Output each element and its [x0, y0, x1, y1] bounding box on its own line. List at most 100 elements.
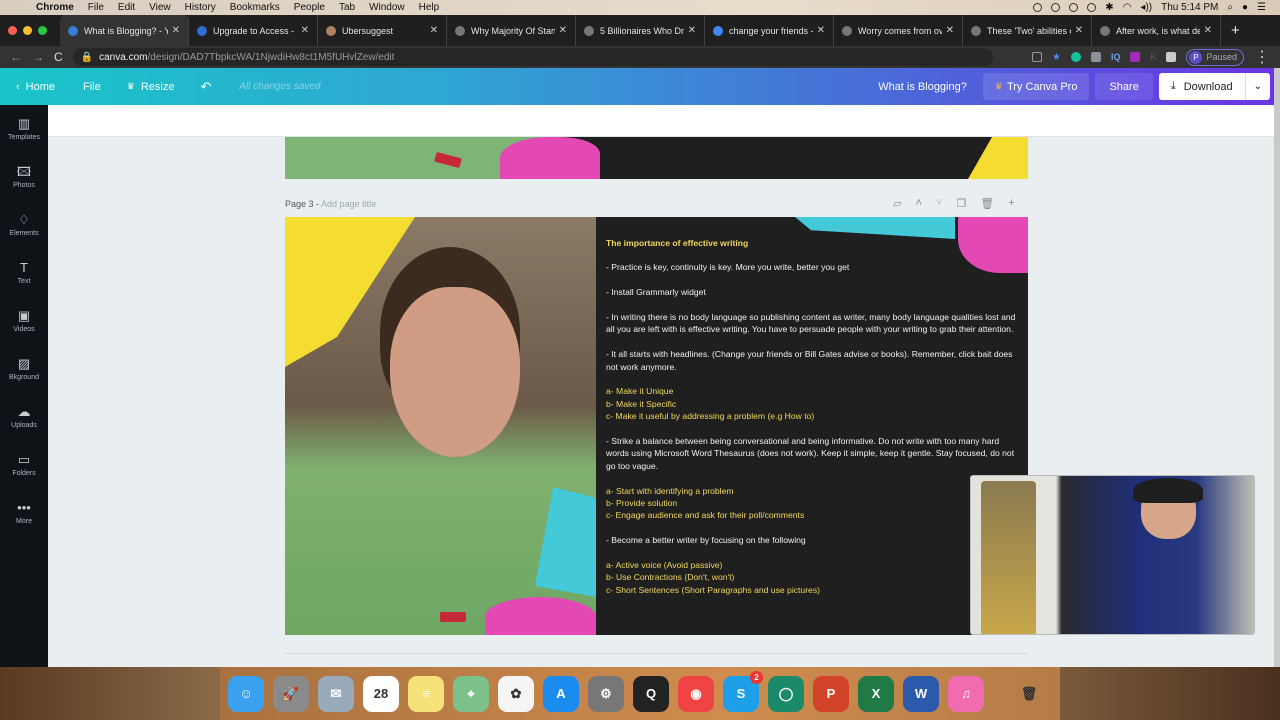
close-tab-icon[interactable]: ✕	[946, 25, 954, 36]
sidebar-item-bkground[interactable]: ▨ Bkground	[0, 345, 48, 393]
sidebar-item-templates[interactable]: ▥ Templates	[0, 105, 48, 153]
new-tab-button[interactable]: +	[1231, 22, 1240, 39]
status-creative-cloud-icon[interactable]	[1051, 3, 1061, 12]
sidebar-item-elements[interactable]: ♢ Elements	[0, 201, 48, 249]
page-note-icon[interactable]: ▱	[893, 197, 901, 210]
close-tab-icon[interactable]: ✕	[688, 25, 696, 36]
browser-tab[interactable]: After work, is what det ✕	[1092, 15, 1221, 46]
back-button[interactable]: ←	[10, 50, 22, 64]
close-tab-icon[interactable]: ✕	[430, 25, 438, 36]
dock-webex-icon[interactable]: ◯	[768, 675, 804, 712]
sidebar-item-photos[interactable]: 🖾 Photos	[0, 153, 48, 201]
m-extension-icon[interactable]	[1166, 52, 1177, 62]
move-page-up-icon[interactable]: ˄	[915, 197, 921, 210]
dock-maps-icon[interactable]: ⌖	[453, 675, 489, 712]
try-canva-pro-button[interactable]: ♛ Try Canva Pro	[982, 73, 1090, 100]
design-title[interactable]: What is Blogging?	[868, 81, 977, 93]
browser-tab[interactable]: Upgrade to Access - B ✕	[189, 15, 318, 46]
sidebar-item-folders[interactable]: ▭ Folders	[0, 441, 48, 489]
page-title-input[interactable]: Add page title	[321, 199, 376, 209]
dock-skype-icon[interactable]: S2	[723, 670, 763, 712]
menu-window[interactable]: Window	[369, 2, 405, 13]
spotlight-search-icon[interactable]: ⌕	[1227, 2, 1233, 13]
dock-itunes-icon[interactable]: ♫	[948, 675, 984, 712]
close-tab-icon[interactable]: ✕	[301, 25, 309, 36]
menu-bookmarks[interactable]: Bookmarks	[230, 2, 280, 13]
bookmark-star-icon[interactable]: ★	[1052, 52, 1061, 63]
close-tab-icon[interactable]: ✕	[172, 25, 180, 36]
dock-system-preferences-icon[interactable]: ⚙	[588, 675, 624, 712]
menu-file[interactable]: File	[88, 2, 104, 13]
close-tab-icon[interactable]: ✕	[1075, 25, 1083, 36]
dock-photos-icon[interactable]: ✿	[498, 675, 534, 712]
dock-finder-icon[interactable]: ☺	[228, 675, 264, 712]
add-page-icon[interactable]: +	[1008, 197, 1014, 210]
browser-tab[interactable]: Worry comes from ove ✕	[834, 15, 963, 46]
zoom-window-button[interactable]	[38, 26, 47, 35]
sidebar-item-uploads[interactable]: ☁ Uploads	[0, 393, 48, 441]
k-extension-icon[interactable]: K	[1150, 52, 1156, 62]
dock-notes-icon[interactable]: ≡	[408, 675, 444, 712]
browser-tab[interactable]: What is Blogging? - Yo ✕	[60, 15, 189, 46]
dock-powerpoint-icon[interactable]: P	[813, 675, 849, 712]
dock-launchpad-icon[interactable]: 🚀	[273, 675, 309, 712]
menu-history[interactable]: History	[185, 2, 216, 13]
slide-text-box[interactable]: The importance of effective writing - Pr…	[606, 237, 1021, 609]
chrome-menu-icon[interactable]: ⋮	[1254, 47, 1270, 67]
undo-icon[interactable]: ↶	[200, 79, 211, 95]
close-window-button[interactable]	[8, 26, 17, 35]
browser-tab[interactable]: These 'Two' abilities ca ✕	[963, 15, 1092, 46]
volume-icon[interactable]: ◂))	[1140, 2, 1152, 13]
menu-people[interactable]: People	[294, 2, 325, 13]
forward-button[interactable]: →	[32, 50, 44, 64]
close-tab-icon[interactable]: ✕	[559, 25, 567, 36]
browser-tab[interactable]: Ubersuggest ✕	[318, 15, 447, 46]
close-tab-icon[interactable]: ✕	[1204, 25, 1212, 36]
minimize-window-button[interactable]	[23, 26, 32, 35]
purple-extension-icon[interactable]	[1130, 52, 1141, 62]
menu-tab[interactable]: Tab	[339, 2, 355, 13]
home-button[interactable]: ‹ Home	[16, 81, 55, 93]
profile-button[interactable]: P Paused	[1186, 48, 1244, 66]
dock-mail-icon[interactable]: ✉	[318, 675, 354, 712]
url-input[interactable]: 🔒 canva.com /design/DAD7TbpkcWA/1NjwdiHw…	[72, 48, 993, 66]
duplicate-page-icon[interactable]: ❐	[956, 197, 966, 210]
delete-page-icon[interactable]: 🗑	[980, 197, 994, 210]
file-menu-button[interactable]: File	[83, 81, 101, 93]
browser-tab[interactable]: Why Majority Of Startu ✕	[447, 15, 576, 46]
sidebar-item-text[interactable]: T Text	[0, 249, 48, 297]
dock-chrome-icon[interactable]: ◉	[678, 675, 714, 712]
portrait-photo[interactable]	[285, 217, 596, 635]
status-sync-icon[interactable]	[1069, 3, 1079, 12]
sidebar-item-videos[interactable]: ▣ Videos	[0, 297, 48, 345]
page-2-preview[interactable]	[285, 137, 1028, 179]
facebook-extension-icon[interactable]	[1090, 52, 1101, 62]
dock-trash-icon[interactable]: 🗑	[1011, 676, 1047, 712]
close-tab-icon[interactable]: ✕	[817, 25, 825, 36]
download-button[interactable]: ⤓ Download	[1159, 73, 1246, 100]
menu-edit[interactable]: Edit	[118, 2, 135, 13]
dock-calendar-icon[interactable]: 28	[363, 675, 399, 712]
sidebar-item-more[interactable]: ••• More	[0, 489, 48, 537]
siri-icon[interactable]: ●	[1242, 2, 1248, 13]
browser-tab[interactable]: change your friends - l ✕	[705, 15, 834, 46]
page-3-slide[interactable]: The importance of effective writing - Pr…	[285, 217, 1028, 635]
dock-excel-icon[interactable]: X	[858, 675, 894, 712]
clipboard-extension-icon[interactable]	[1031, 52, 1042, 62]
status-record-icon[interactable]	[1033, 3, 1043, 12]
move-page-down-icon[interactable]: ˅	[936, 197, 942, 210]
download-options-chevron-icon[interactable]: ⌄	[1246, 81, 1270, 92]
reload-button[interactable]: C	[54, 50, 63, 64]
notification-center-icon[interactable]: ☰	[1257, 2, 1266, 13]
iq-extension-icon[interactable]: IQ	[1111, 52, 1121, 62]
wifi-icon[interactable]: ◠	[1123, 2, 1132, 13]
grammarly-extension-icon[interactable]	[1070, 52, 1081, 62]
menu-app-name[interactable]: Chrome	[36, 2, 74, 13]
share-button[interactable]: Share	[1095, 73, 1153, 100]
bluetooth-icon[interactable]: ✱	[1105, 2, 1113, 13]
menu-view[interactable]: View	[149, 2, 171, 13]
status-app-icon[interactable]	[1087, 3, 1097, 12]
dock-app-store-icon[interactable]: A	[543, 675, 579, 712]
resize-button[interactable]: ♛ Resize	[127, 81, 175, 93]
dock-word-icon[interactable]: W	[903, 675, 939, 712]
